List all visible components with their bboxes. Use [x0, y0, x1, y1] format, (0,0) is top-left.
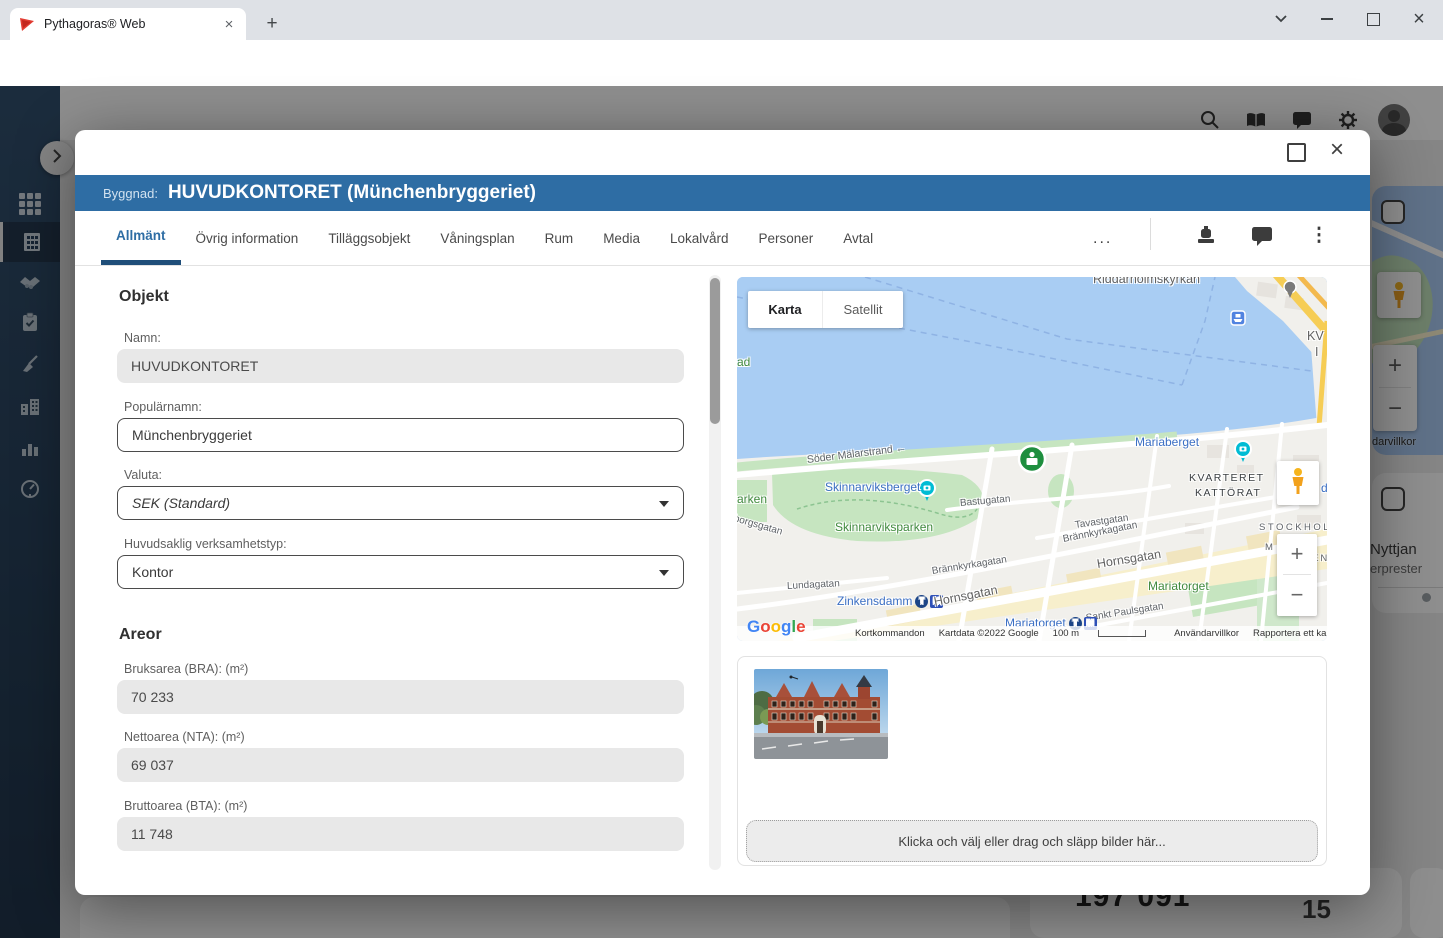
scrollbar-thumb[interactable] — [710, 278, 720, 424]
tab-personer[interactable]: Personer — [744, 211, 829, 265]
entity-label: Byggnad: — [103, 185, 158, 201]
map-label: STOCKHOLM — [1259, 522, 1327, 533]
metro-station-label: Zinkensdamm T M — [837, 594, 944, 608]
valuta-select[interactable]: SEK (Standard) — [117, 486, 684, 520]
window-close-button[interactable]: × — [1402, 4, 1436, 34]
google-map[interactable]: Riddarholmskyrkan KV I ad Mariaberget KV… — [737, 277, 1327, 641]
tab-allmant[interactable]: Allmänt — [101, 211, 181, 265]
nettoarea-field[interactable] — [117, 748, 684, 782]
terms-link[interactable]: Användarvillkor — [1174, 628, 1239, 639]
tab-lokalvard[interactable]: Lokalvård — [655, 211, 744, 265]
tunnelbana-icon: T — [915, 594, 929, 608]
map-label: Skinnarviksparken — [835, 520, 934, 534]
map-scale: 100 m — [1053, 628, 1160, 639]
map-label: M — [1265, 542, 1276, 553]
venue-marker-icon — [1017, 444, 1047, 474]
browser-tab[interactable]: Pythagoras® Web × — [10, 8, 246, 40]
window-minimize-button[interactable] — [1310, 4, 1344, 34]
pegman-control[interactable] — [1277, 461, 1319, 505]
tab-vaningsplan[interactable]: Våningsplan — [425, 211, 529, 265]
tab-media[interactable]: Media — [588, 211, 655, 265]
map-label: arken — [737, 492, 768, 506]
bruksarea-label: Bruksarea (BRA): (m²) — [124, 662, 249, 676]
map-type-control: Karta Satellit — [748, 291, 903, 328]
map-type-karta-button[interactable]: Karta — [748, 291, 822, 328]
window-maximize-button[interactable] — [1356, 4, 1390, 34]
modal-tab-bar: Allmänt Övrig information Tilläggsobjekt… — [75, 211, 1370, 266]
tab-close-icon[interactable]: × — [220, 16, 238, 33]
google-logo[interactable]: Google — [747, 617, 806, 637]
map-label: Skinnarviksberget — [825, 480, 921, 494]
modal-kebab-menu-icon[interactable]: ⋮ — [1309, 224, 1329, 250]
one-way-arrow-icon: ← — [894, 441, 907, 456]
map-label: ds — [1321, 481, 1327, 495]
chevron-down-icon — [659, 570, 669, 576]
modal-maximize-button[interactable] — [1284, 140, 1308, 164]
favicon-pythagoras-icon — [18, 15, 36, 33]
popularnamn-field[interactable] — [117, 418, 684, 452]
map-label: KVARTERET — [1189, 472, 1265, 484]
tab-search-chevron-icon[interactable] — [1264, 4, 1298, 34]
map-label: Mariaberget — [1135, 435, 1200, 449]
report-error-link[interactable]: Rapportera ett kartfel — [1253, 628, 1327, 639]
valuta-value: SEK (Standard) — [132, 495, 231, 511]
map-zoom-in-button[interactable]: + — [1277, 534, 1317, 574]
bruksarea-field[interactable] — [117, 680, 684, 714]
building-photo[interactable] — [754, 669, 888, 759]
browser-toolbar: ← → ↻ pim.pythagoras.se/py_datamanager_s… — [0, 40, 1443, 118]
modal-close-icon[interactable]: × — [1325, 136, 1349, 164]
bruttoarea-label: Bruttoarea (BTA): (m²) — [124, 799, 248, 813]
modal-header: Byggnad: HUVUDKONTORET (Münchenbryggerie… — [75, 175, 1370, 211]
map-data-text: Kartdata ©2022 Google — [938, 628, 1039, 639]
verksamhetstyp-select[interactable]: Kontor — [117, 555, 684, 589]
map-zoom-control: + − — [1277, 534, 1317, 616]
valuta-label: Valuta: — [124, 468, 162, 482]
comment-icon[interactable] — [1251, 226, 1275, 250]
namn-field[interactable] — [117, 349, 684, 383]
namn-label: Namn: — [124, 331, 161, 345]
map-label: Mariatorget — [1148, 579, 1209, 593]
keyboard-shortcuts-link[interactable]: Kortkommandon — [855, 628, 925, 639]
pegman-icon — [1289, 467, 1307, 500]
stamp-icon[interactable] — [1195, 225, 1219, 249]
tab-tillaggsobjekt[interactable]: Tilläggsobjekt — [313, 211, 425, 265]
ferry-icon — [1230, 310, 1246, 326]
map-label: Riddarholmskyrkan — [1093, 277, 1200, 286]
map-type-satellit-button[interactable]: Satellit — [823, 291, 903, 328]
drop-zone-text: Klicka och välj eller drag och släpp bil… — [898, 833, 1166, 849]
tab-avtal[interactable]: Avtal — [828, 211, 888, 265]
map-label: KV — [1307, 329, 1324, 343]
new-tab-button[interactable]: + — [258, 10, 286, 38]
map-attribution: Kortkommandon Kartdata ©2022 Google 100 … — [737, 626, 1327, 641]
tabbar-divider — [1150, 218, 1151, 250]
tab-overflow-button[interactable]: ... — [1093, 230, 1112, 248]
nettoarea-label: Nettoarea (NTA): (m²) — [124, 730, 245, 744]
modal-scrollbar[interactable] — [709, 275, 721, 870]
building-modal: × Byggnad: HUVUDKONTORET (Münchenbrygger… — [75, 130, 1370, 895]
image-drop-zone[interactable]: Klicka och välj eller drag och släpp bil… — [746, 820, 1318, 862]
tab-ovrig-information[interactable]: Övrig information — [181, 211, 314, 265]
tab-title: Pythagoras® Web — [44, 17, 146, 31]
areor-heading: Areor — [119, 626, 162, 643]
images-panel: Klicka och välj eller drag och släpp bil… — [737, 656, 1327, 866]
map-label: ad — [737, 355, 751, 369]
objekt-heading: Objekt — [119, 288, 169, 305]
map-label: KATTÖRAT — [1195, 487, 1262, 499]
verksamhetstyp-label: Huvudsaklig verksamhetstyp: — [124, 537, 287, 551]
browser-tabstrip: Pythagoras® Web × + × — [0, 0, 1443, 40]
tab-rum[interactable]: Rum — [530, 211, 589, 265]
verksamhetstyp-value: Kontor — [132, 564, 174, 580]
map-zoom-out-button[interactable]: − — [1277, 575, 1317, 615]
map-label: I — [1315, 345, 1319, 359]
bruttoarea-field[interactable] — [117, 817, 684, 851]
chevron-down-icon — [659, 501, 669, 507]
modal-title: HUVUDKONTORET (Münchenbryggeriet) — [167, 182, 536, 203]
popularnamn-label: Populärnamn: — [124, 400, 202, 414]
